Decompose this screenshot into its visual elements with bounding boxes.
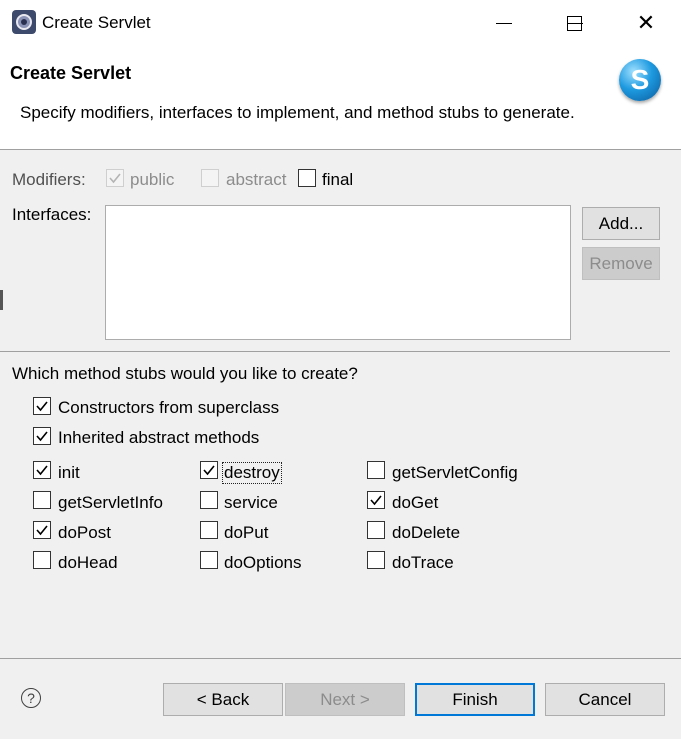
inherited-abstract-checkbox[interactable] xyxy=(33,427,51,445)
separator xyxy=(0,351,670,352)
service-checkbox[interactable] xyxy=(200,491,218,509)
dopost-label: doPost xyxy=(58,523,111,542)
interfaces-list[interactable] xyxy=(105,205,571,340)
constructors-checkbox[interactable] xyxy=(33,397,51,415)
dodelete-checkbox[interactable] xyxy=(367,521,385,539)
dohead-label: doHead xyxy=(58,553,118,572)
maximize-icon xyxy=(566,15,582,31)
doget-checkbox[interactable] xyxy=(367,491,385,509)
modifiers-label: Modifiers: xyxy=(12,170,86,189)
dooptions-checkbox[interactable] xyxy=(200,551,218,569)
constructors-label: Constructors from superclass xyxy=(58,398,280,417)
doput-checkbox[interactable] xyxy=(200,521,218,539)
destroy-label: destroy xyxy=(222,462,282,484)
eclipse-gear-icon xyxy=(12,10,36,34)
interfaces-label: Interfaces: xyxy=(12,205,92,224)
dooptions-label: doOptions xyxy=(224,553,302,572)
init-checkbox[interactable] xyxy=(33,461,51,479)
init-label: init xyxy=(58,463,80,482)
cancel-button[interactable]: Cancel xyxy=(545,683,665,716)
finish-button[interactable]: Finish xyxy=(415,683,535,716)
getservletconfig-label: getServletConfig xyxy=(392,463,518,482)
abstract-label: abstract xyxy=(226,170,287,189)
remove-interface-button[interactable]: Remove xyxy=(582,247,660,280)
doget-label: doGet xyxy=(392,493,439,512)
banner-title: Create Servlet xyxy=(10,63,132,83)
minimize-icon xyxy=(496,22,512,24)
dotrace-label: doTrace xyxy=(392,553,454,572)
maximize-button[interactable] xyxy=(539,0,609,46)
dopost-checkbox[interactable] xyxy=(33,521,51,539)
getservletinfo-label: getServletInfo xyxy=(58,493,163,512)
wizard-banner: Create Servlet Specify modifiers, interf… xyxy=(0,46,681,150)
close-button[interactable]: ✕ xyxy=(611,0,681,46)
next-button[interactable]: Next > xyxy=(285,683,405,716)
dohead-checkbox[interactable] xyxy=(33,551,51,569)
banner-description: Specify modifiers, interfaces to impleme… xyxy=(20,103,575,122)
final-checkbox[interactable] xyxy=(298,169,316,187)
final-label: final xyxy=(322,170,354,189)
doput-label: doPut xyxy=(224,523,269,542)
close-icon: ✕ xyxy=(636,10,656,35)
inherited-abstract-label: Inherited abstract methods xyxy=(58,428,260,447)
abstract-checkbox[interactable] xyxy=(201,169,219,187)
public-label: public xyxy=(130,170,175,189)
dotrace-checkbox[interactable] xyxy=(367,551,385,569)
public-checkbox[interactable] xyxy=(106,169,124,187)
dodelete-label: doDelete xyxy=(392,523,461,542)
footer-separator xyxy=(0,658,681,659)
servlet-logo-icon: S xyxy=(619,59,661,101)
window-title: Create Servlet xyxy=(42,13,151,32)
window-edge xyxy=(0,290,3,310)
getservletconfig-checkbox[interactable] xyxy=(367,461,385,479)
service-label: service xyxy=(224,493,278,512)
getservletinfo-checkbox[interactable] xyxy=(33,491,51,509)
minimize-button-real[interactable] xyxy=(469,0,539,46)
back-button[interactable]: < Back xyxy=(163,683,283,716)
destroy-checkbox[interactable] xyxy=(200,461,218,479)
add-interface-button[interactable]: Add... xyxy=(582,207,660,240)
method-stubs-question: Which method stubs would you like to cre… xyxy=(12,364,358,383)
help-icon[interactable]: ? xyxy=(21,688,41,708)
